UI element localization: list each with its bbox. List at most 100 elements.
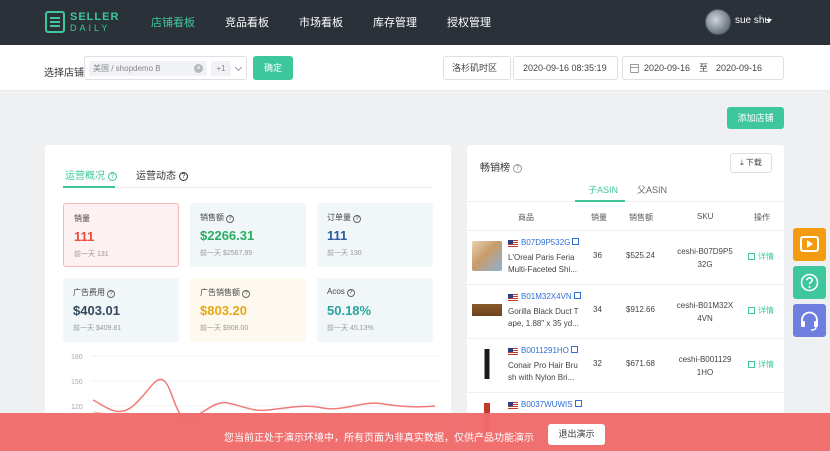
asin-link[interactable]: B01M32X4VN	[521, 292, 581, 301]
help-icon[interactable]: ?	[242, 290, 250, 298]
question-icon	[800, 273, 819, 292]
stat-label: 广告销售额?	[200, 287, 250, 298]
logo-text-line1: SELLER	[70, 11, 120, 23]
detail-label: 详情	[758, 306, 774, 315]
sku-value: ceshi-B07D9P5 32G	[677, 247, 733, 269]
tab-label: 运营动态	[136, 171, 176, 182]
help-button[interactable]	[793, 266, 826, 299]
nav-item-authorization[interactable]: 授权管理	[447, 14, 491, 30]
help-icon[interactable]: ?	[513, 164, 522, 173]
column-header-sku: SKU	[697, 212, 714, 221]
subtabs-divider	[467, 201, 784, 202]
bestseller-title-text: 畅销榜	[480, 163, 510, 174]
stat-value: 50.18%	[327, 303, 372, 318]
active-subtab-indicator	[575, 200, 625, 202]
sku-value: ceshi-B01M32X 4VN	[676, 301, 734, 323]
stat-value: $803.20	[200, 303, 247, 318]
product-thumbnail	[472, 295, 502, 325]
timezone-select[interactable]: 洛杉矶时区	[443, 56, 511, 80]
stat-label-text: Acos	[327, 287, 345, 296]
help-icon[interactable]: ?	[108, 172, 117, 181]
help-icon[interactable]: ?	[107, 290, 115, 298]
detail-link[interactable]: 详情	[748, 251, 774, 262]
chevron-down-icon[interactable]	[234, 63, 243, 72]
product-title: Conair Pro Hair Bru sh with Nylon Bri...	[508, 361, 578, 382]
stat-card-ad-spend[interactable]: 广告费用? $403.01 前一天 $409.81	[63, 278, 179, 342]
date-range-picker[interactable]: 2020-09-16 至 2020-09-16	[622, 56, 784, 80]
tab-parent-asin[interactable]: 父ASIN	[637, 183, 667, 196]
user-name[interactable]: sue shu	[735, 15, 770, 26]
stat-card-acos[interactable]: Acos? 50.18% 前一天 45.13%	[317, 278, 433, 342]
stat-label-text: 广告费用	[73, 288, 105, 297]
calendar-icon	[630, 64, 639, 73]
detail-link[interactable]: 详情	[748, 359, 774, 370]
asin-text: B0011291HO	[521, 346, 569, 355]
shop-select[interactable]: 美国 / shopdemo B × +1	[84, 56, 247, 80]
column-header-product: 商品	[518, 213, 534, 222]
sku-value: ceshi-B001129 1HO	[678, 355, 732, 377]
table-row[interactable]: B07D9P532G L'Oreal Paris Feria Multi-Fac…	[467, 231, 784, 285]
asin-link[interactable]: B0011291HO	[521, 346, 578, 355]
sales-value: $525.24	[626, 251, 655, 260]
us-flag-icon	[508, 294, 518, 301]
bestseller-card: 畅销榜? ⤓ 下载 子ASIN 父ASIN 商品 销量 销售额 SKU 操作 B…	[467, 145, 784, 451]
detail-link[interactable]: 详情	[748, 305, 774, 316]
product-thumbnail	[472, 241, 502, 271]
stat-card-orders[interactable]: 订单量? 111 前一天 130	[317, 203, 433, 267]
stat-label-text: 广告销售额	[200, 288, 240, 297]
us-flag-icon	[508, 240, 518, 247]
y-tick-label: 120	[71, 404, 83, 411]
download-button[interactable]: ⤓ 下载	[730, 153, 772, 173]
nav-item-store-board[interactable]: 店铺看板	[151, 14, 195, 30]
stat-label: 广告费用?	[73, 287, 115, 298]
stat-label: 订单量?	[327, 212, 361, 223]
shop-tag: 美国 / shopdemo B ×	[89, 61, 207, 76]
stat-previous: 前一天 45.13%	[327, 325, 374, 332]
product-title: L'Oreal Paris Feria Multi-Faceted Shi...	[508, 253, 577, 274]
seller-daily-logo[interactable]: SELLER DAILY	[45, 10, 125, 36]
add-shop-button[interactable]: 添加店铺	[727, 107, 784, 129]
y-tick-label: 150	[71, 379, 83, 386]
play-icon	[800, 236, 819, 252]
stat-card-units[interactable]: 销量 111 前一天 131	[63, 203, 179, 267]
help-icon[interactable]: ?	[353, 215, 361, 223]
confirm-button[interactable]: 确定	[253, 56, 293, 80]
asin-link[interactable]: B0037WUWIS	[521, 400, 582, 409]
tab-operations-activity[interactable]: 运营动态?	[136, 167, 188, 182]
nav-item-inventory[interactable]: 库存管理	[373, 14, 417, 30]
video-play-button[interactable]	[793, 228, 826, 261]
range-start: 2020-09-16	[644, 63, 691, 73]
close-icon[interactable]: ×	[194, 64, 203, 73]
nav-item-market-board[interactable]: 市场看板	[299, 14, 343, 30]
detail-label: 详情	[758, 360, 774, 369]
detail-icon	[748, 361, 755, 368]
customer-service-button[interactable]	[793, 304, 826, 337]
tab-operations-overview[interactable]: 运营概况?	[65, 167, 117, 182]
stat-previous: 前一天 $409.81	[73, 325, 122, 332]
detail-icon	[748, 253, 755, 260]
detail-label: 详情	[758, 252, 774, 261]
stat-card-sales[interactable]: 销售额? $2266.31 前一天 $2567.99	[190, 203, 306, 267]
stat-card-ad-sales[interactable]: 广告销售额? $803.20 前一天 $908.00	[190, 278, 306, 342]
help-icon[interactable]: ?	[179, 172, 188, 181]
help-icon[interactable]: ?	[346, 289, 355, 297]
stat-label: 销售额?	[200, 212, 234, 223]
table-row[interactable]: B0011291HO Conair Pro Hair Bru sh with N…	[467, 339, 784, 393]
units-value: 36	[593, 251, 602, 260]
tab-child-asin[interactable]: 子ASIN	[588, 183, 618, 196]
stat-label: Acos?	[327, 287, 355, 297]
y-tick-label: 180	[71, 354, 83, 361]
tab-label: 运营概况	[65, 171, 105, 182]
us-flag-icon	[508, 402, 518, 409]
help-icon[interactable]: ?	[226, 215, 234, 223]
table-row[interactable]: B01M32X4VN Gorilla Black Duct T ape, 1.8…	[467, 285, 784, 339]
avatar[interactable]	[705, 9, 731, 35]
range-end: 2020-09-16	[716, 63, 763, 73]
stat-label-text: 销售额	[200, 213, 224, 222]
caret-down-icon[interactable]	[766, 19, 772, 23]
asin-link[interactable]: B07D9P532G	[521, 238, 580, 247]
top-navbar: SELLER DAILY 店铺看板 竞品看板 市场看板 库存管理 授权管理 su…	[0, 0, 830, 45]
nav-item-competitor-board[interactable]: 竞品看板	[225, 14, 269, 30]
exit-demo-button[interactable]: 退出演示	[548, 424, 605, 445]
filter-bar: 选择店铺: 美国 / shopdemo B × +1 确定 洛杉矶时区 2020…	[0, 45, 830, 91]
